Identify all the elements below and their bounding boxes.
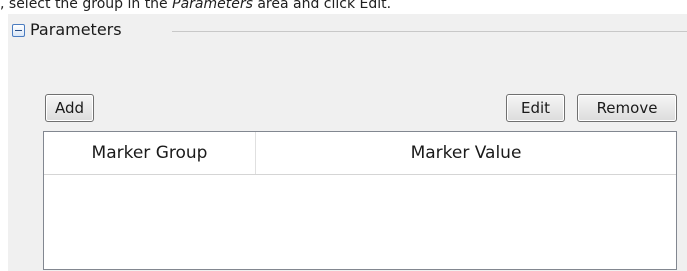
instruction-prefix: , select the group in the <box>0 0 173 12</box>
remove-button[interactable]: Remove <box>577 94 677 122</box>
group-divider <box>172 31 687 32</box>
collapse-minus-icon[interactable] <box>12 24 25 37</box>
parameters-group-title: Parameters <box>30 20 122 39</box>
marker-table[interactable]: Marker Group Marker Value <box>43 131 677 270</box>
instruction-emphasis: Parameters <box>172 0 253 12</box>
instruction-suffix: area and click Edit. <box>252 0 392 12</box>
add-button[interactable]: Add <box>45 94 94 122</box>
column-header-marker-value[interactable]: Marker Value <box>256 132 676 174</box>
edit-button[interactable]: Edit <box>506 94 565 122</box>
table-header: Marker Group Marker Value <box>44 132 676 175</box>
table-body[interactable] <box>44 175 676 269</box>
parameters-panel: Parameters Add Edit Remove Marker Group … <box>8 14 687 271</box>
instruction-text: , select the group in the Parameters are… <box>0 0 391 14</box>
parameters-group-header: Parameters <box>8 14 687 48</box>
column-header-marker-group[interactable]: Marker Group <box>44 132 256 174</box>
